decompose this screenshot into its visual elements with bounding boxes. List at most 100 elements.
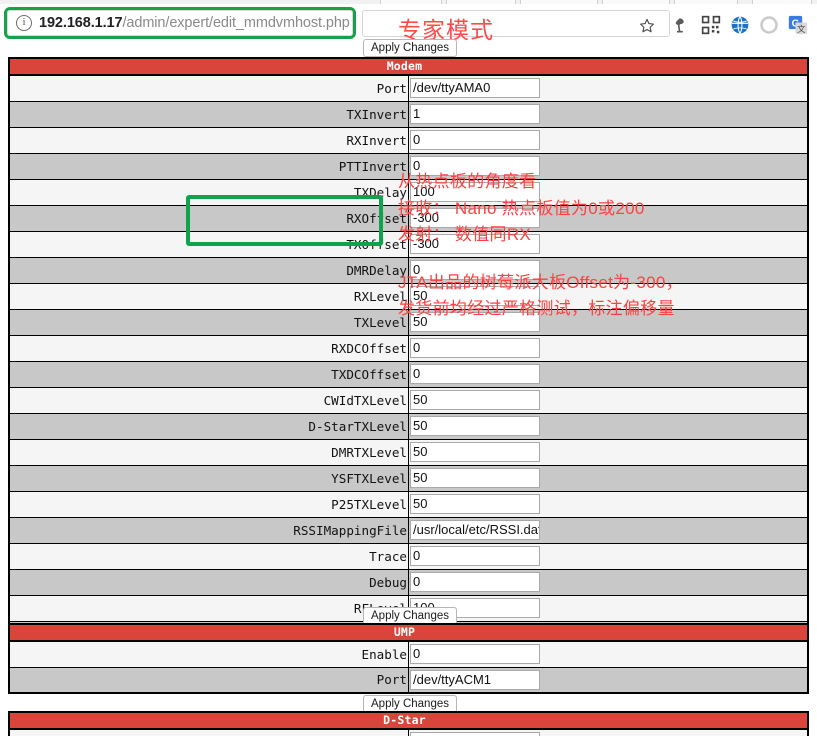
url-path: /admin/expert/edit_mmdvmhost.php	[122, 15, 350, 31]
annotation-jta-line2: 发货前均经过严格测试，标注偏移量	[398, 299, 675, 318]
address-bar-url: 192.168.1.17/admin/expert/edit_mmdvmhost…	[39, 15, 350, 31]
table-row: TXDCOffset 0	[9, 361, 808, 388]
table-row	[9, 729, 808, 736]
field-input[interactable]: /usr/local/etc/RSSI.dat	[410, 520, 540, 540]
field-cell	[408, 729, 808, 736]
field-label: RXInvert	[9, 127, 409, 154]
section-title: UMP	[9, 624, 808, 642]
address-bar[interactable]: i 192.168.1.17/admin/expert/edit_mmdvmho…	[7, 10, 353, 36]
url-host: 192.168.1.17	[39, 15, 123, 31]
field-cell: 50	[408, 413, 808, 440]
table-row: YSFTXLevel 50	[9, 465, 808, 492]
field-label-rxoffset: RXOffset	[9, 205, 409, 232]
field-input[interactable]: 50	[410, 468, 540, 488]
annotation-tx: 发射： 数值同RX	[398, 225, 532, 244]
field-cell: 50	[408, 491, 808, 518]
table-row: RXInvert 0	[9, 127, 808, 154]
section-header-ump: UMP	[9, 624, 808, 642]
field-input[interactable]: /dev/ttyAMA0	[410, 78, 540, 99]
table-row: Port/dev/ttyAMA0	[9, 75, 808, 102]
section-title: D-Star	[9, 712, 808, 730]
svg-text:文: 文	[797, 24, 806, 34]
table-row: DMRTXLevel 50	[9, 439, 808, 466]
field-input[interactable]: /dev/ttyACM1	[410, 669, 540, 690]
field-label: DMRTXLevel	[9, 439, 409, 466]
field-label	[9, 729, 409, 736]
field-label: P25TXLevel	[9, 491, 409, 518]
annotation-viewpoint: 从热点板的角度看	[398, 172, 537, 191]
field-label: Port	[9, 667, 409, 693]
field-input[interactable]: 0	[410, 338, 540, 358]
table-row: Enable 0	[9, 641, 808, 668]
table-row: RSSIMappingFile/usr/local/etc/RSSI.dat	[9, 517, 808, 544]
field-cell: 0	[408, 335, 808, 362]
field-label: YSFTXLevel	[9, 465, 409, 492]
field-input[interactable]: 0	[410, 546, 540, 566]
field-label: DMRDelay	[9, 257, 409, 284]
field-cell: 0	[408, 569, 808, 596]
table-row: D-StarTXLevel 50	[9, 413, 808, 440]
circle-icon[interactable]	[759, 15, 779, 35]
page-info-icon[interactable]: i	[16, 15, 32, 31]
section-header-modem: Modem	[9, 58, 808, 76]
field-input[interactable]: 50	[410, 494, 540, 514]
field-input[interactable]: 50	[410, 390, 540, 410]
field-cell: 0	[408, 543, 808, 570]
annotation-jta-line1: JTA出品的树莓派大板Offset为-300，	[398, 273, 683, 292]
apply-changes-button-top[interactable]: Apply Changes	[363, 39, 457, 57]
table-row: CWIdTXLevel 50	[9, 387, 808, 414]
field-label: PTTInvert	[9, 153, 409, 180]
globe-icon[interactable]	[730, 15, 750, 35]
field-cell: /dev/ttyAMA0	[408, 75, 808, 102]
field-label: RSSIMappingFile	[9, 517, 409, 544]
field-label: Debug	[9, 569, 409, 596]
table-row: Trace 0	[9, 543, 808, 570]
field-label: Enable	[9, 641, 409, 668]
section-header-dstar: D-Star	[9, 712, 808, 730]
modem-config-table: Modem Port/dev/ttyAMA0 TXInvert 1 RXInver…	[8, 57, 809, 648]
bookmark-star-icon[interactable]	[638, 17, 656, 35]
field-label: D-StarTXLevel	[9, 413, 409, 440]
field-label: TXInvert	[9, 101, 409, 128]
field-input[interactable]: 0	[410, 364, 540, 384]
field-label: RXLevel	[9, 283, 409, 310]
table-row: TXInvert 1	[9, 101, 808, 128]
field-label: TXDCOffset	[9, 361, 409, 388]
field-input[interactable]: 50	[410, 416, 540, 436]
dstar-config-table: D-Star	[8, 711, 809, 736]
browser-window: i 192.168.1.17/admin/expert/edit_mmdvmho…	[0, 0, 817, 736]
field-label: RFLevel	[9, 595, 409, 622]
qr-code-icon[interactable]	[701, 15, 721, 35]
table-row: P25TXLevel 50	[9, 491, 808, 518]
field-cell: 50	[408, 465, 808, 492]
browser-extension-icons: G 文	[672, 15, 817, 35]
field-cell: 100	[408, 595, 808, 622]
desk-lamp-icon[interactable]	[672, 15, 692, 35]
field-cell: 50	[408, 387, 808, 414]
field-label: CWIdTXLevel	[9, 387, 409, 414]
field-cell: /usr/local/etc/RSSI.dat	[408, 517, 808, 544]
ump-config-table: UMP Enable 0 Port/dev/ttyACM1	[8, 623, 809, 694]
field-input[interactable]: 50	[410, 442, 540, 462]
field-input[interactable]: 1	[410, 104, 540, 124]
field-input[interactable]: 0	[410, 130, 540, 150]
field-cell: 1	[408, 101, 808, 128]
field-cell: 0	[408, 127, 808, 154]
field-input[interactable]: 0	[410, 644, 540, 665]
field-label: TXDelay	[9, 179, 409, 206]
table-row: RXDCOffset 0	[9, 335, 808, 362]
google-translate-icon[interactable]: G 文	[788, 15, 808, 35]
field-cell: 0	[408, 361, 808, 388]
table-row: Debug 0	[9, 569, 808, 596]
field-cell: /dev/ttyACM1	[408, 667, 808, 693]
address-bar-highlight: i 192.168.1.17/admin/expert/edit_mmdvmho…	[4, 7, 356, 39]
table-row: Port/dev/ttyACM1	[9, 667, 808, 693]
field-label: TXLevel	[9, 309, 409, 336]
field-input[interactable]	[410, 732, 540, 736]
annotation-rx: 接收： Nano 热点板值为0或200	[398, 199, 645, 218]
field-cell: 50	[408, 439, 808, 466]
browser-toolbar: i 192.168.1.17/admin/expert/edit_mmdvmho…	[0, 4, 817, 43]
field-label: RXDCOffset	[9, 335, 409, 362]
field-label: Port	[9, 75, 409, 102]
field-input[interactable]: 0	[410, 572, 540, 592]
